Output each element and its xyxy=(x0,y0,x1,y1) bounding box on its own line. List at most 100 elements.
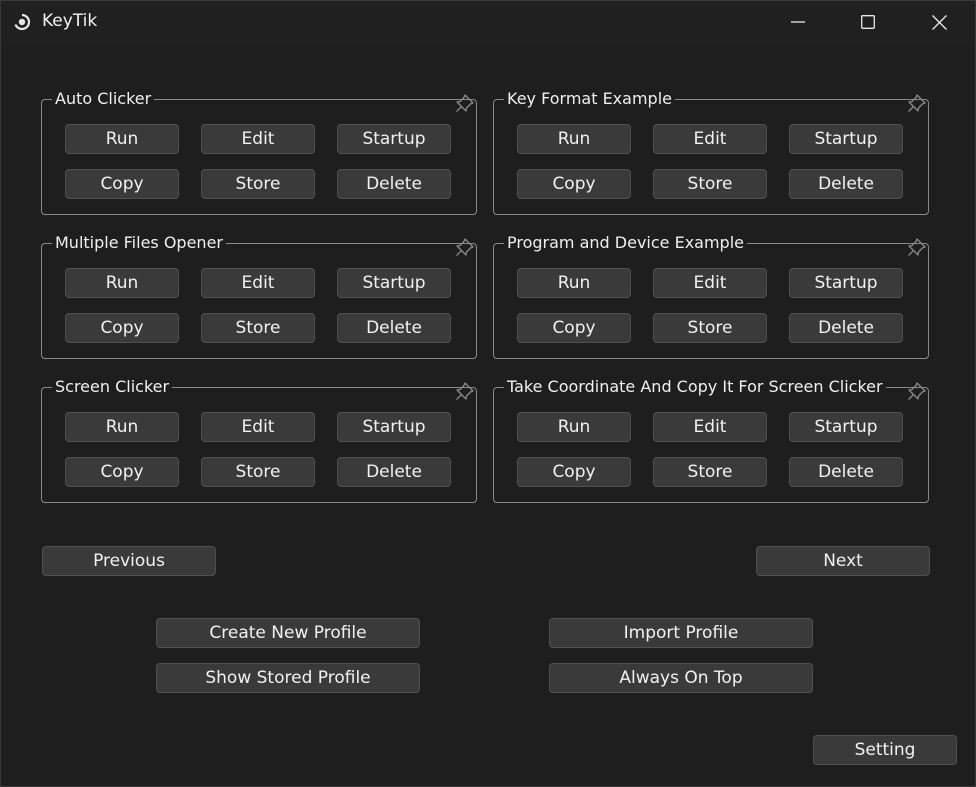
copy-button-label: Copy xyxy=(100,462,144,482)
run-button[interactable]: Run xyxy=(517,412,631,442)
profile-card: Multiple Files Opener Run Edit Startup Copy S… xyxy=(41,232,477,359)
copy-button[interactable]: Copy xyxy=(65,457,179,487)
run-button[interactable]: Run xyxy=(517,268,631,298)
profile-card: Screen Clicker Run Edit Startup Copy Store Del… xyxy=(41,376,477,503)
profile-title: Screen Clicker xyxy=(52,376,173,398)
store-button[interactable]: Store xyxy=(201,169,315,199)
delete-button[interactable]: Delete xyxy=(337,169,451,199)
store-button[interactable]: Store xyxy=(201,313,315,343)
main-content: Auto Clicker Run Edit Startup Copy Store Delet… xyxy=(1,43,975,786)
run-button-label: Run xyxy=(105,273,139,293)
run-button[interactable]: Run xyxy=(65,268,179,298)
delete-button[interactable]: Delete xyxy=(337,313,451,343)
store-button[interactable]: Store xyxy=(653,457,767,487)
app-window: KeyTik Auto Clicker Run Edit Startup Copy Sto… xyxy=(0,0,976,787)
delete-button[interactable]: Delete xyxy=(789,169,903,199)
startup-button[interactable]: Startup xyxy=(789,268,903,298)
profile-title: Multiple Files Opener xyxy=(52,232,226,254)
copy-button[interactable]: Copy xyxy=(517,457,631,487)
store-button-label: Store xyxy=(687,174,733,194)
copy-button[interactable]: Copy xyxy=(517,169,631,199)
startup-button-label: Startup xyxy=(814,273,878,293)
pin-icon[interactable] xyxy=(906,380,928,402)
run-button-label: Run xyxy=(105,129,139,149)
next-button[interactable]: Next xyxy=(756,546,930,576)
pin-icon[interactable] xyxy=(906,92,928,114)
startup-button[interactable]: Startup xyxy=(789,124,903,154)
edit-button-label: Edit xyxy=(241,417,275,437)
startup-button[interactable]: Startup xyxy=(337,412,451,442)
run-button-label: Run xyxy=(557,129,591,149)
copy-button[interactable]: Copy xyxy=(65,313,179,343)
edit-button-label: Edit xyxy=(693,417,727,437)
create-new-profile-button[interactable]: Create New Profile xyxy=(156,618,420,648)
copy-button[interactable]: Copy xyxy=(65,169,179,199)
store-button-label: Store xyxy=(235,318,281,338)
close-button[interactable] xyxy=(904,1,974,43)
show-stored-profile-label: Show Stored Profile xyxy=(205,668,371,688)
delete-button[interactable]: Delete xyxy=(789,313,903,343)
pin-icon[interactable] xyxy=(906,236,928,258)
startup-button[interactable]: Startup xyxy=(337,268,451,298)
show-stored-profile-button[interactable]: Show Stored Profile xyxy=(156,663,420,693)
pin-icon[interactable] xyxy=(454,380,476,402)
store-button[interactable]: Store xyxy=(201,457,315,487)
store-button-label: Store xyxy=(687,462,733,482)
edit-button[interactable]: Edit xyxy=(653,268,767,298)
profile-card: Key Format Example Run Edit Startup Copy Stor… xyxy=(493,88,929,215)
next-button-label: Next xyxy=(823,551,863,571)
copy-button-label: Copy xyxy=(552,318,596,338)
run-button-label: Run xyxy=(557,273,591,293)
profile-card: Program and Device Example Run Edit Startup… xyxy=(493,232,929,359)
copy-button-label: Copy xyxy=(552,462,596,482)
circle-spinner-icon xyxy=(13,13,31,31)
store-button[interactable]: Store xyxy=(653,169,767,199)
delete-button-label: Delete xyxy=(366,174,422,194)
store-button-label: Store xyxy=(235,462,281,482)
copy-button-label: Copy xyxy=(100,318,144,338)
startup-button[interactable]: Startup xyxy=(789,412,903,442)
edit-button[interactable]: Edit xyxy=(653,412,767,442)
run-button-label: Run xyxy=(557,417,591,437)
run-button[interactable]: Run xyxy=(517,124,631,154)
run-button-label: Run xyxy=(105,417,139,437)
close-icon xyxy=(931,14,947,30)
setting-button[interactable]: Setting xyxy=(813,735,957,765)
startup-button-label: Startup xyxy=(814,417,878,437)
delete-button-label: Delete xyxy=(818,462,874,482)
maximize-button[interactable] xyxy=(833,1,903,43)
delete-button-label: Delete xyxy=(366,462,422,482)
startup-button-label: Startup xyxy=(362,273,426,293)
profile-card: Take Coordinate And Copy It For Screen C… xyxy=(493,376,929,503)
edit-button[interactable]: Edit xyxy=(653,124,767,154)
run-button[interactable]: Run xyxy=(65,124,179,154)
previous-button[interactable]: Previous xyxy=(42,546,216,576)
always-on-top-label: Always On Top xyxy=(619,668,743,688)
minimize-button[interactable] xyxy=(763,1,833,43)
pin-icon[interactable] xyxy=(454,236,476,258)
profile-card: Auto Clicker Run Edit Startup Copy Store Delet… xyxy=(41,88,477,215)
edit-button[interactable]: Edit xyxy=(201,412,315,442)
copy-button[interactable]: Copy xyxy=(517,313,631,343)
profile-title: Program and Device Example xyxy=(504,232,747,254)
delete-button-label: Delete xyxy=(366,318,422,338)
minimize-icon xyxy=(791,21,805,23)
startup-button-label: Startup xyxy=(362,129,426,149)
import-profile-button[interactable]: Import Profile xyxy=(549,618,813,648)
run-button[interactable]: Run xyxy=(65,412,179,442)
profile-title: Auto Clicker xyxy=(52,88,155,110)
import-profile-label: Import Profile xyxy=(623,623,739,643)
delete-button-label: Delete xyxy=(818,174,874,194)
pin-icon[interactable] xyxy=(454,92,476,114)
edit-button[interactable]: Edit xyxy=(201,268,315,298)
startup-button[interactable]: Startup xyxy=(337,124,451,154)
delete-button[interactable]: Delete xyxy=(789,457,903,487)
setting-button-label: Setting xyxy=(854,740,916,760)
store-button[interactable]: Store xyxy=(653,313,767,343)
always-on-top-button[interactable]: Always On Top xyxy=(549,663,813,693)
edit-button[interactable]: Edit xyxy=(201,124,315,154)
title-bar: KeyTik xyxy=(1,1,975,43)
profile-title: Take Coordinate And Copy It For Screen C… xyxy=(504,376,886,398)
startup-button-label: Startup xyxy=(814,129,878,149)
delete-button[interactable]: Delete xyxy=(337,457,451,487)
